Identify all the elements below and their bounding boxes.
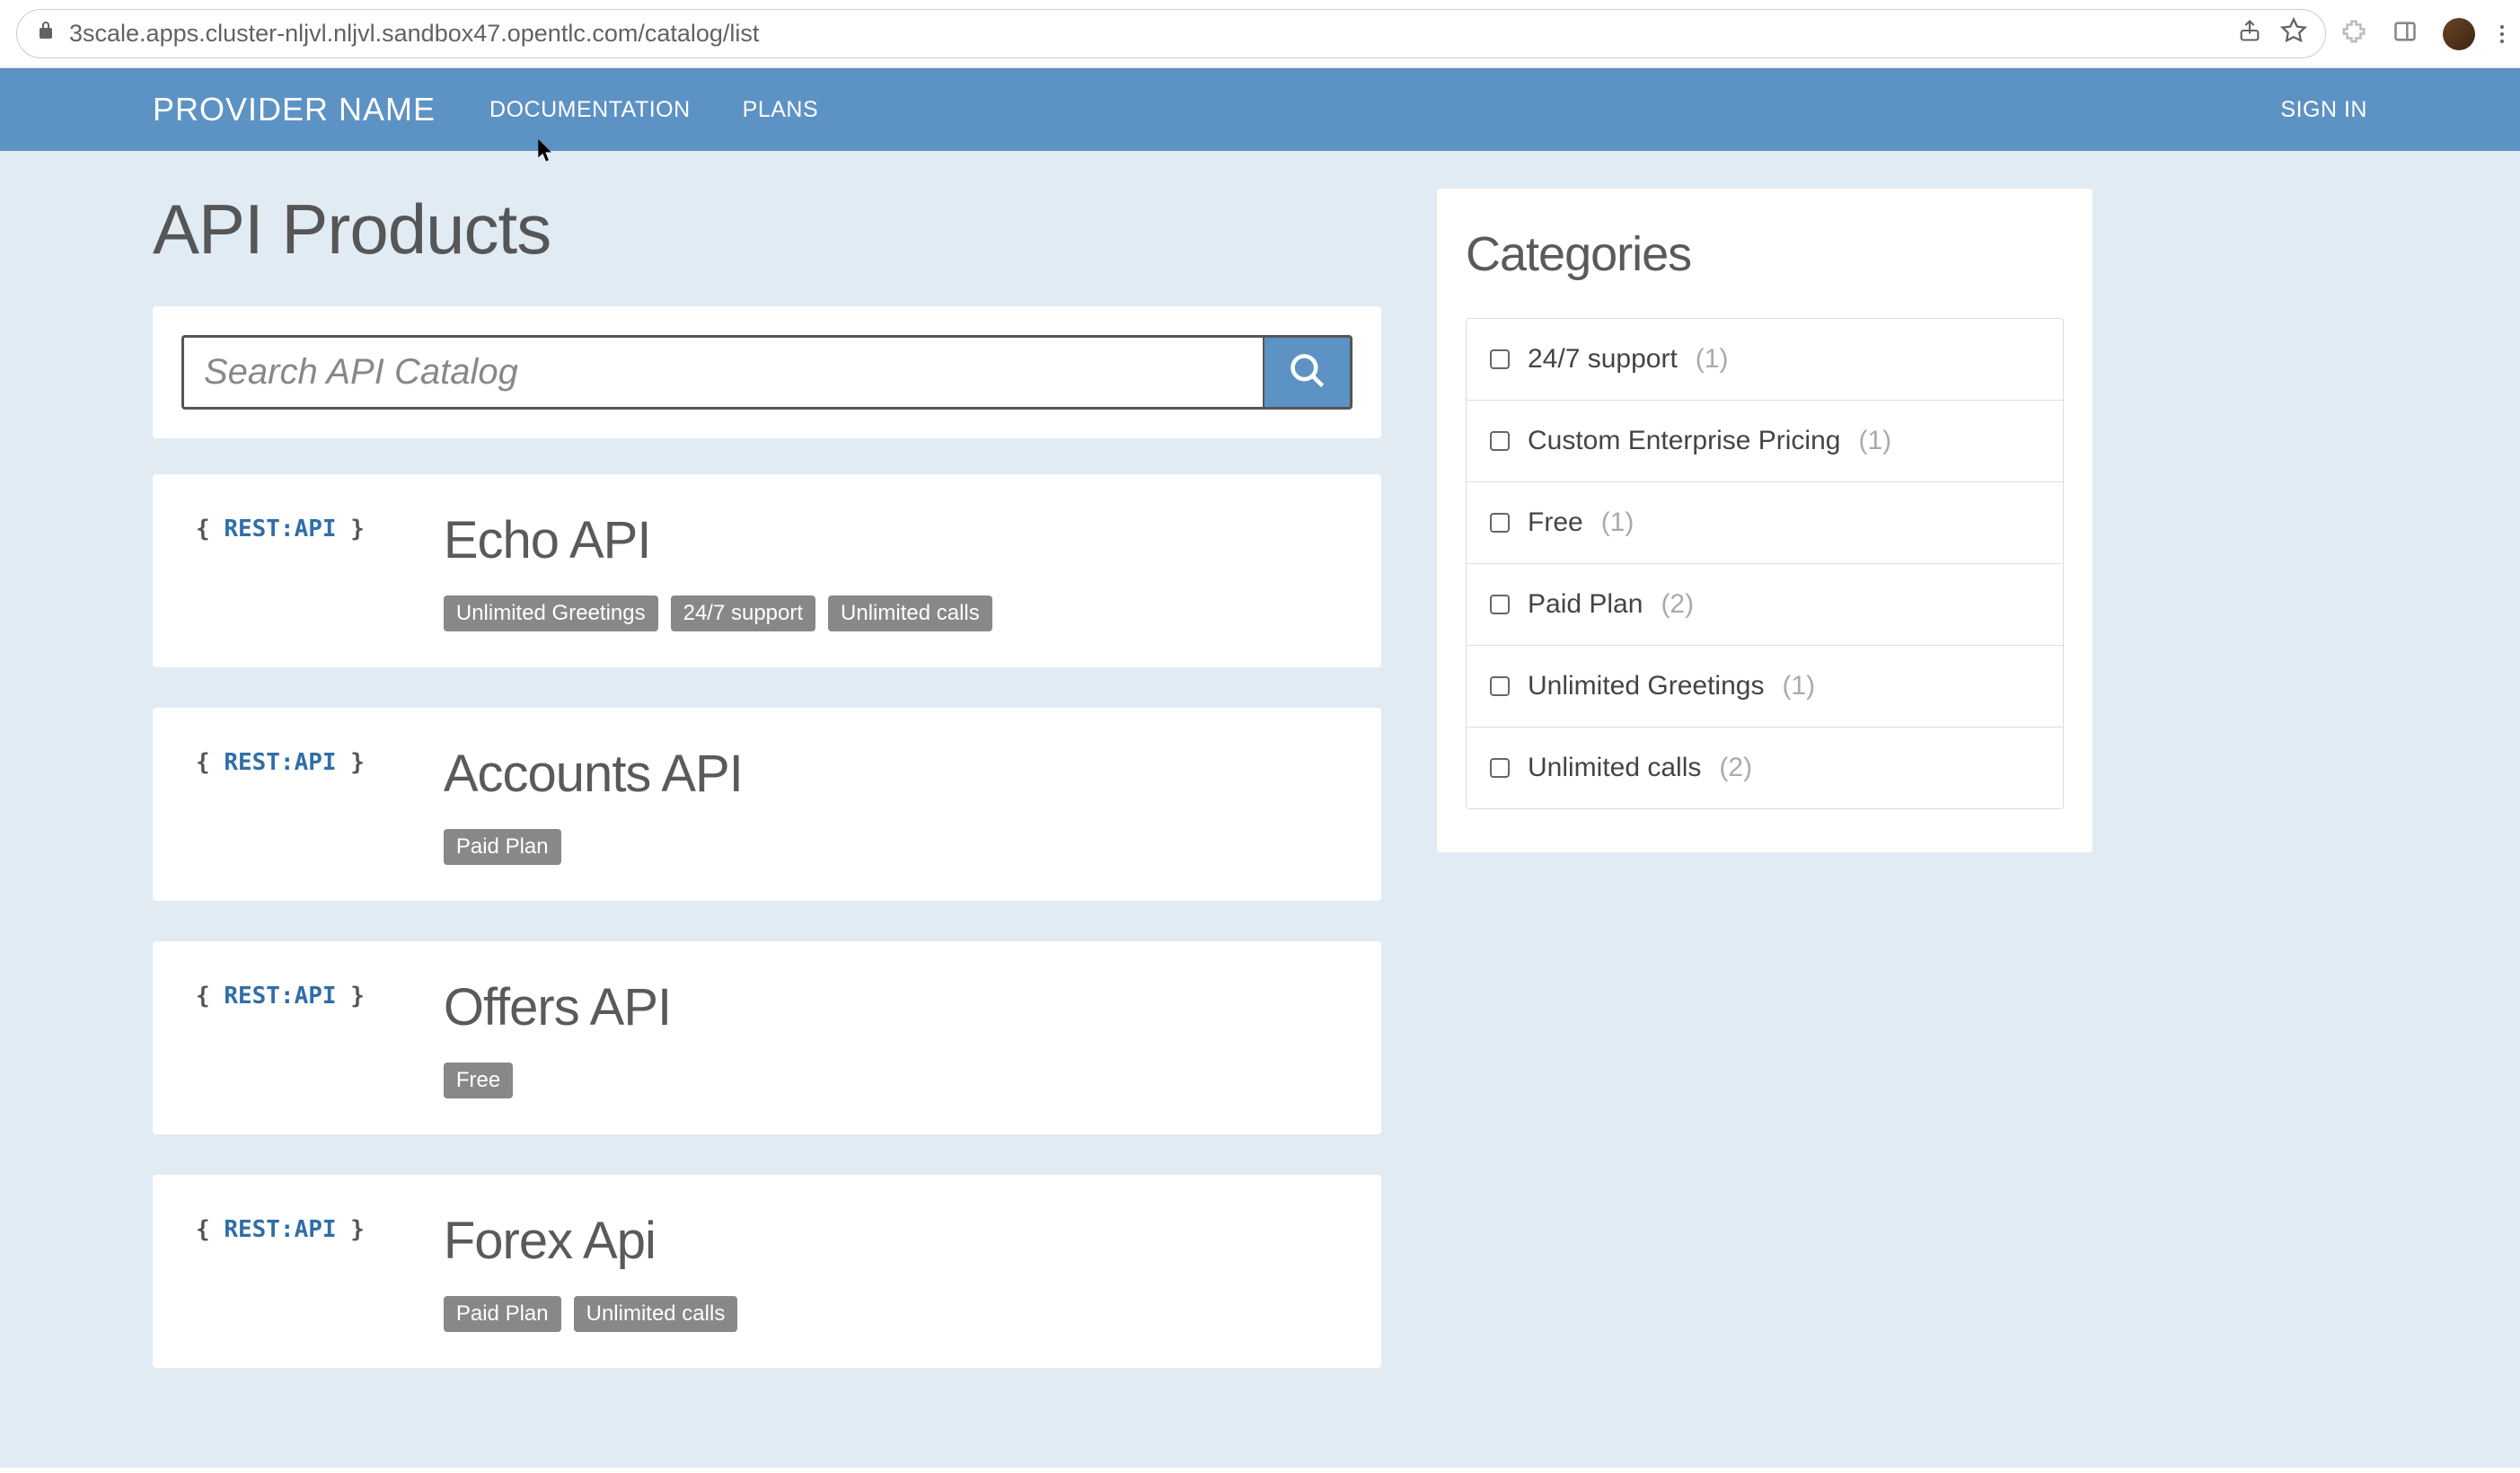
checkbox-icon[interactable] [1490, 595, 1510, 614]
product-card[interactable]: { REST:API } Forex Api Paid Plan Unlimit… [153, 1175, 1381, 1368]
tag[interactable]: Unlimited calls [828, 595, 992, 631]
avatar[interactable] [2443, 18, 2475, 50]
extensions-icon[interactable] [2340, 18, 2367, 49]
categories-list: 24/7 support (1) Custom Enterprise Prici… [1466, 318, 2064, 809]
nav-plans[interactable]: PLANS [743, 97, 818, 123]
checkbox-icon[interactable] [1490, 431, 1510, 451]
search-button[interactable] [1263, 335, 1353, 410]
top-nav: PROVIDER NAME DOCUMENTATION PLANS SIGN I… [0, 68, 2520, 151]
product-title: Offers API [444, 977, 1338, 1037]
category-item[interactable]: Unlimited calls (2) [1467, 728, 2063, 808]
api-type-badge: { REST:API } [196, 744, 365, 865]
category-label: 24/7 support [1528, 344, 1678, 375]
url-bar[interactable]: 3scale.apps.cluster-nljvl.nljvl.sandbox4… [16, 9, 2326, 58]
browser-chrome: 3scale.apps.cluster-nljvl.nljvl.sandbox4… [0, 0, 2520, 68]
tag[interactable]: Unlimited calls [574, 1296, 738, 1332]
category-label: Free [1528, 507, 1583, 538]
api-type-badge: { REST:API } [196, 1211, 365, 1332]
product-card[interactable]: { REST:API } Offers API Free [153, 941, 1381, 1134]
checkbox-icon[interactable] [1490, 758, 1510, 778]
star-icon[interactable] [2280, 17, 2307, 50]
tag[interactable]: Free [444, 1063, 513, 1098]
url-actions [2237, 17, 2307, 50]
tag[interactable]: Paid Plan [444, 829, 561, 865]
url-text: 3scale.apps.cluster-nljvl.nljvl.sandbox4… [69, 20, 2225, 48]
product-title: Forex Api [444, 1211, 1338, 1271]
category-label: Custom Enterprise Pricing [1528, 426, 1840, 456]
tag[interactable]: Unlimited Greetings [444, 595, 658, 631]
category-count: (1) [1782, 671, 1815, 701]
panel-icon[interactable] [2392, 19, 2418, 49]
category-count: (2) [1661, 589, 1694, 620]
lock-icon [35, 20, 57, 48]
category-label: Unlimited calls [1528, 753, 1701, 783]
category-count: (1) [1696, 344, 1729, 375]
checkbox-icon[interactable] [1490, 513, 1510, 533]
category-count: (1) [1858, 426, 1891, 456]
search-icon [1288, 351, 1327, 393]
category-count: (2) [1719, 753, 1752, 783]
api-type-badge: { REST:API } [196, 977, 365, 1098]
page-title: API Products [153, 189, 1381, 270]
product-title: Echo API [444, 510, 1338, 570]
category-item[interactable]: 24/7 support (1) [1467, 319, 2063, 401]
chrome-menu-icon[interactable] [2500, 25, 2504, 43]
tag[interactable]: 24/7 support [671, 595, 815, 631]
category-item[interactable]: Free (1) [1467, 482, 2063, 564]
search-panel [153, 306, 1381, 438]
tag[interactable]: Paid Plan [444, 1296, 561, 1332]
category-item[interactable]: Paid Plan (2) [1467, 564, 2063, 646]
categories-title: Categories [1466, 226, 2064, 282]
category-item[interactable]: Unlimited Greetings (1) [1467, 646, 2063, 728]
checkbox-icon[interactable] [1490, 349, 1510, 369]
nav-signin[interactable]: SIGN IN [2280, 97, 2367, 123]
nav-links: DOCUMENTATION PLANS [489, 97, 2280, 123]
category-item[interactable]: Custom Enterprise Pricing (1) [1467, 401, 2063, 482]
product-title: Accounts API [444, 744, 1338, 804]
brand-logo[interactable]: PROVIDER NAME [153, 91, 436, 128]
product-tags: Free [444, 1063, 1338, 1098]
share-icon[interactable] [2237, 18, 2262, 49]
categories-panel: Categories 24/7 support (1) Custom Enter… [1437, 189, 2093, 852]
checkbox-icon[interactable] [1490, 676, 1510, 696]
product-tags: Paid Plan [444, 829, 1338, 865]
search-input[interactable] [181, 335, 1263, 410]
category-count: (1) [1601, 507, 1634, 538]
product-tags: Unlimited Greetings 24/7 support Unlimit… [444, 595, 1338, 631]
product-tags: Paid Plan Unlimited calls [444, 1296, 1338, 1332]
nav-documentation[interactable]: DOCUMENTATION [489, 97, 691, 123]
api-type-badge: { REST:API } [196, 510, 365, 631]
category-label: Paid Plan [1528, 589, 1643, 620]
chrome-actions [2340, 18, 2504, 50]
category-label: Unlimited Greetings [1528, 671, 1764, 701]
product-card[interactable]: { REST:API } Echo API Unlimited Greeting… [153, 474, 1381, 667]
product-card[interactable]: { REST:API } Accounts API Paid Plan [153, 708, 1381, 901]
